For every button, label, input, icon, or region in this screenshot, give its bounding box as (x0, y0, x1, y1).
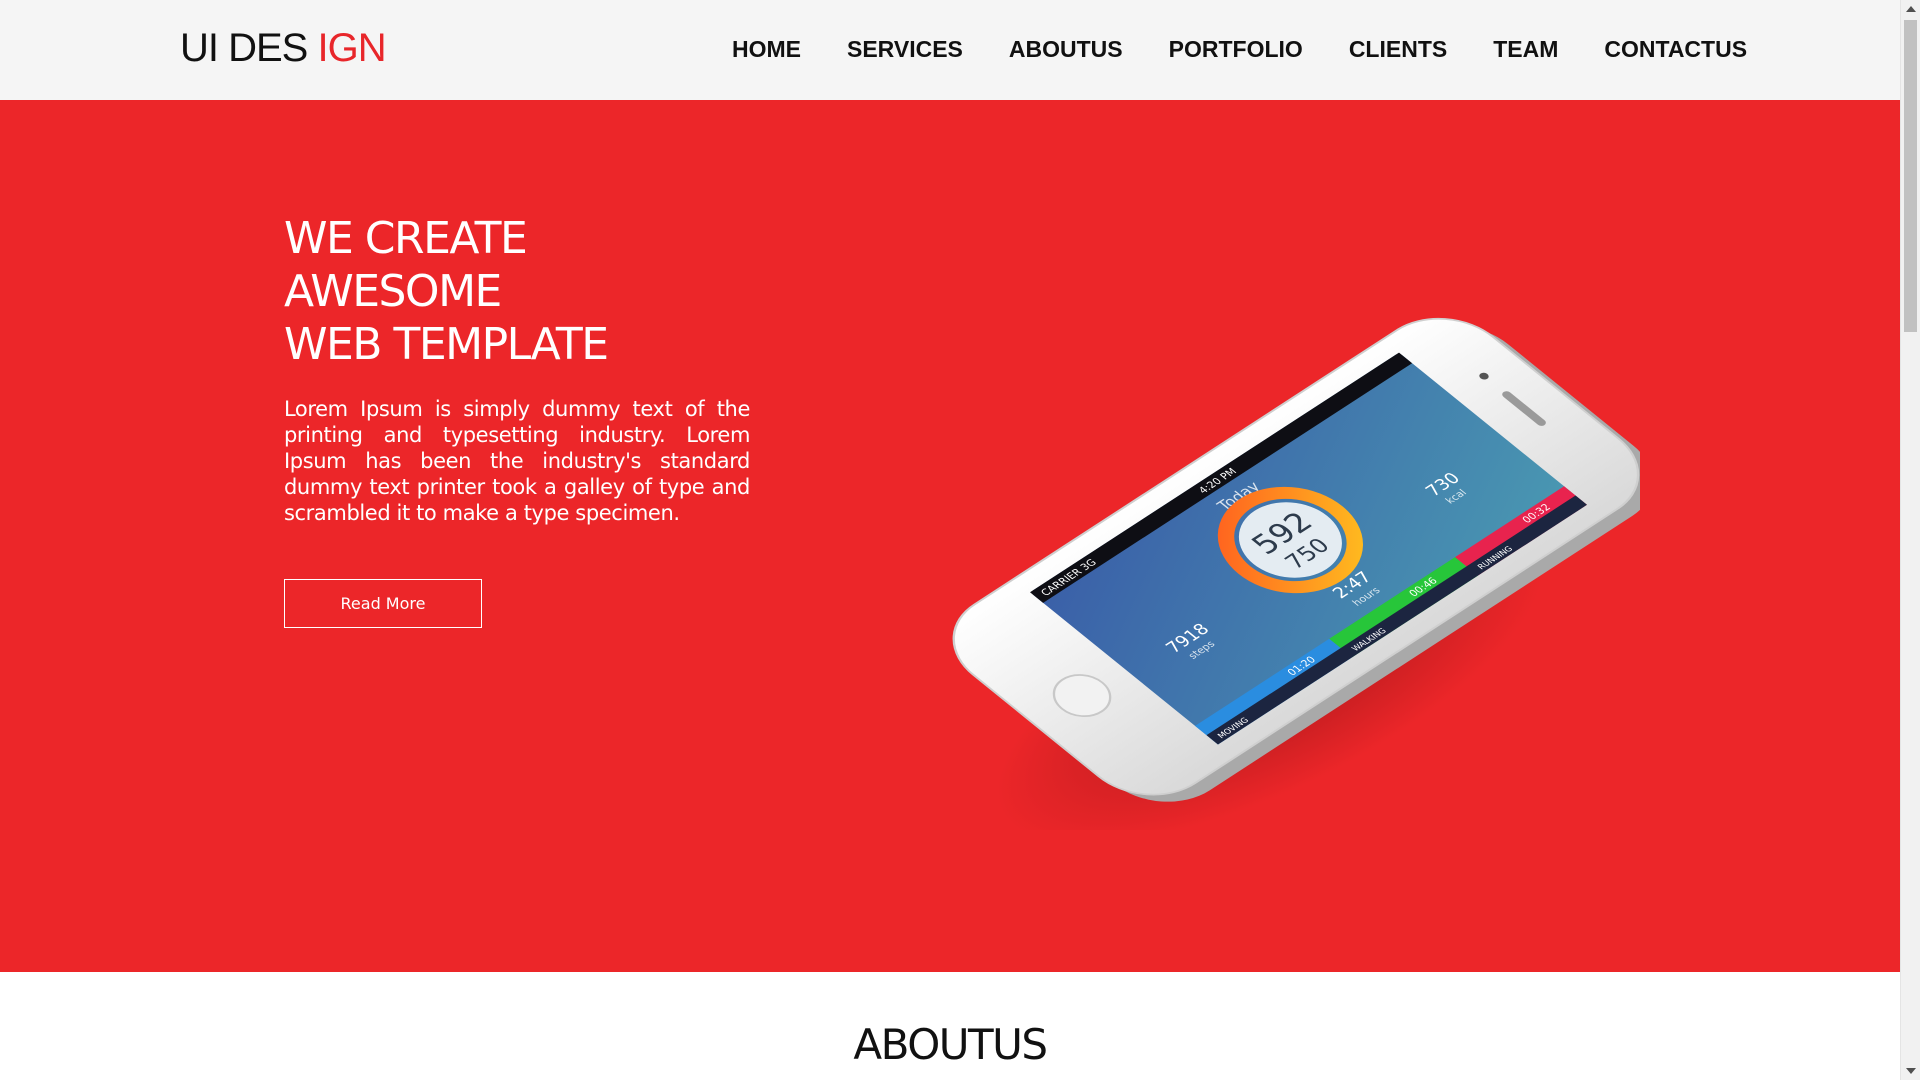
scroll-up-icon[interactable] (1906, 6, 1916, 12)
nav-team[interactable]: TEAM (1493, 36, 1558, 63)
hero-title-line: WE CREATE (284, 213, 528, 264)
site-header: UI DES IGN HOME SERVICES ABOUTUS PORTFOL… (0, 0, 1900, 100)
scroll-thumb[interactable] (1904, 20, 1917, 332)
about-section-title: ABOUTUS (853, 1020, 1048, 1069)
nav-contactus[interactable]: CONTACTUS (1604, 36, 1747, 63)
site-logo[interactable]: UI DES IGN (180, 26, 387, 71)
main-nav: HOME SERVICES ABOUTUS PORTFOLIO CLIENTS … (732, 36, 1747, 63)
hero-title-line: WEB TEMPLATE (284, 319, 609, 370)
page-scrollbar[interactable] (1900, 0, 1920, 1080)
scroll-down-icon[interactable] (1906, 1068, 1916, 1074)
nav-services[interactable]: SERVICES (847, 36, 963, 63)
nav-home[interactable]: HOME (732, 36, 801, 63)
phone-image: CARRIER 3G 4:20 PM Today 592 750 7918 st… (940, 290, 1653, 845)
hero-title-line: AWESOME (284, 266, 502, 317)
hero-title: WE CREATE AWESOME WEB TEMPLATE (284, 212, 609, 371)
hero-description: Lorem Ipsum is simply dummy text of the … (284, 397, 750, 525)
read-more-button[interactable]: Read More (284, 579, 482, 628)
page: UI DES IGN HOME SERVICES ABOUTUS PORTFOL… (0, 0, 1900, 1080)
logo-text-main: UI DES (180, 26, 318, 70)
nav-aboutus[interactable]: ABOUTUS (1009, 36, 1123, 63)
nav-clients[interactable]: CLIENTS (1349, 36, 1447, 63)
nav-portfolio[interactable]: PORTFOLIO (1169, 36, 1303, 63)
hero-section: WE CREATE AWESOME WEB TEMPLATE Lorem Ips… (0, 100, 1900, 972)
logo-text-accent: IGN (317, 26, 386, 70)
